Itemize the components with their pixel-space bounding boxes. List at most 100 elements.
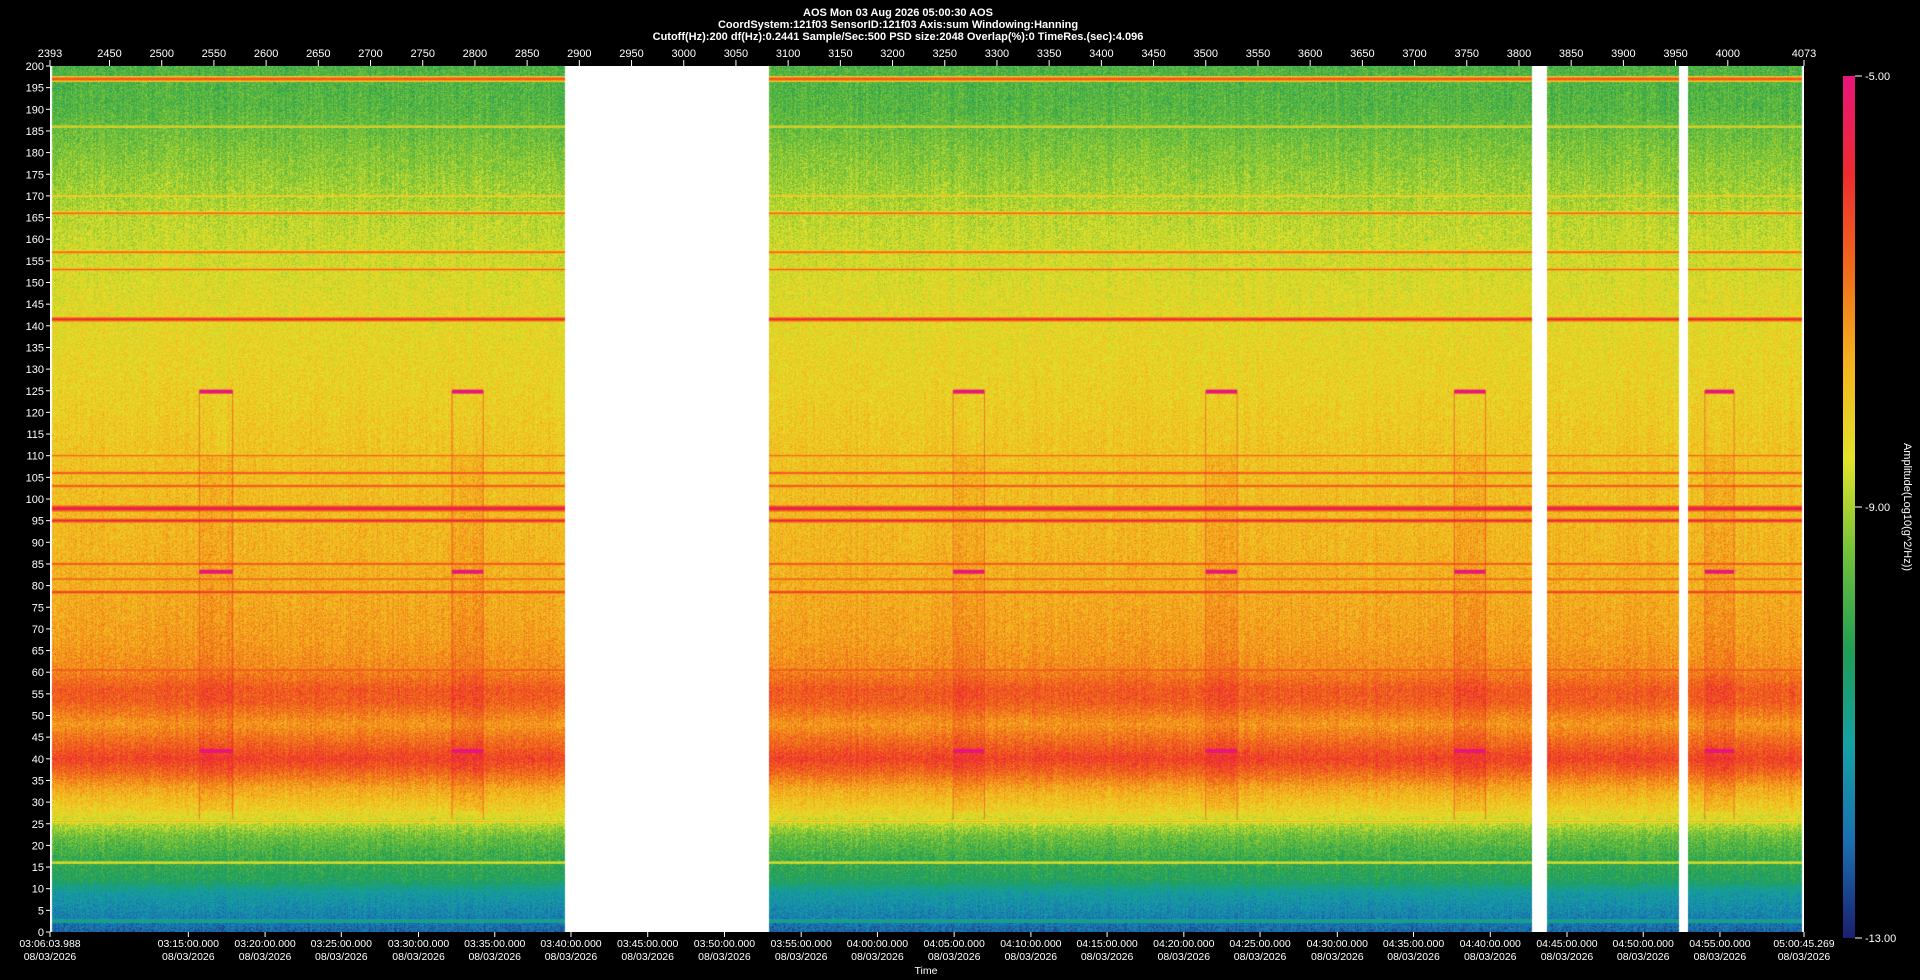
x-tick-date: 08/03/2026 — [621, 951, 674, 963]
top-tick-label: 3450 — [1141, 48, 1165, 60]
y-tick-label: 70 — [32, 624, 44, 636]
colorbar — [1843, 76, 1855, 938]
top-tick-label: 2900 — [567, 48, 591, 60]
x-tick-time: 04:05:00.000 — [923, 938, 984, 950]
y-tick-label: 175 — [26, 169, 44, 181]
y-tick-label: 115 — [26, 429, 44, 441]
y-tick-label: 15 — [32, 862, 44, 874]
x-axis-label: Time — [915, 965, 938, 977]
x-tick-date: 08/03/2026 — [162, 951, 215, 963]
top-tick-label: 4073 — [1792, 48, 1816, 60]
y-tick-label: 65 — [32, 646, 44, 658]
x-tick-time: 04:20:00.000 — [1153, 938, 1214, 950]
x-tick-date: 08/03/2026 — [1158, 951, 1211, 963]
top-tick-label: 4000 — [1716, 48, 1740, 60]
x-tick-time: 03:35:00.000 — [464, 938, 525, 950]
x-tick-date: 08/03/2026 — [775, 951, 828, 963]
colorbar-tick-label: -9.00 — [1865, 502, 1890, 514]
y-tick-label: 105 — [26, 472, 44, 484]
x-tick-date: 08/03/2026 — [1541, 951, 1594, 963]
x-tick-date: 08/03/2026 — [1617, 951, 1670, 963]
colorbar-label: Amplitude(Log10(g^2/Hz)) — [1901, 443, 1913, 571]
colorbar-tick-label: -13.00 — [1865, 933, 1896, 945]
x-tick-date: 08/03/2026 — [392, 951, 445, 963]
x-tick-time: 04:50:00.000 — [1613, 938, 1674, 950]
x-tick-time: 04:15:00.000 — [1076, 938, 1137, 950]
top-tick-label: 3800 — [1507, 48, 1531, 60]
y-tick-label: 160 — [26, 234, 44, 246]
y-tick-label: 30 — [32, 797, 44, 809]
x-tick-time: 03:15:00.000 — [158, 938, 219, 950]
top-tick-label: 3650 — [1350, 48, 1374, 60]
x-tick-time: 03:40:00.000 — [540, 938, 601, 950]
y-tick-label: 40 — [32, 754, 44, 766]
y-tick-label: 155 — [26, 256, 44, 268]
y-tick-label: 75 — [32, 602, 44, 614]
top-tick-label: 3350 — [1037, 48, 1061, 60]
x-tick-time: 03:06:03.988 — [19, 938, 80, 950]
plot-area — [50, 66, 1804, 932]
y-tick-label: 25 — [32, 819, 44, 831]
chart-subtitle-coords: CoordSystem:121f03 SensorID:121f03 Axis:… — [718, 19, 1078, 31]
top-tick-label: 3600 — [1298, 48, 1322, 60]
x-tick-time: 04:00:00.000 — [847, 938, 908, 950]
chart-subtitle-params: Cutoff(Hz):200 df(Hz):0.2441 Sample/Sec:… — [653, 31, 1144, 43]
x-tick-date: 08/03/2026 — [1464, 951, 1517, 963]
x-tick-date: 08/03/2026 — [1311, 951, 1364, 963]
y-tick-label: 200 — [26, 61, 44, 73]
top-tick-label: 3900 — [1611, 48, 1635, 60]
x-tick-date: 08/03/2026 — [851, 951, 904, 963]
y-tick-label: 125 — [26, 386, 44, 398]
top-tick-label: 2393 — [38, 48, 62, 60]
x-tick-time: 04:55:00.000 — [1689, 938, 1750, 950]
top-tick-label: 3700 — [1402, 48, 1426, 60]
top-tick-label: 2950 — [619, 48, 643, 60]
x-tick-time: 05:00:45.269 — [1773, 938, 1834, 950]
y-tick-label: 130 — [26, 364, 44, 376]
x-tick-date: 08/03/2026 — [24, 951, 77, 963]
x-tick-time: 04:40:00.000 — [1460, 938, 1521, 950]
x-tick-time: 03:20:00.000 — [234, 938, 295, 950]
y-tick-label: 35 — [32, 775, 44, 787]
y-tick-label: 140 — [26, 321, 44, 333]
y-tick-label: 195 — [26, 83, 44, 95]
y-tick-label: 100 — [26, 494, 44, 506]
chart-title: AOS Mon 03 Aug 2026 05:00:30 AOS — [803, 7, 993, 19]
x-tick-date: 08/03/2026 — [1694, 951, 1747, 963]
y-tick-label: 170 — [26, 191, 44, 203]
y-tick-label: 60 — [32, 667, 44, 679]
x-tick-time: 04:35:00.000 — [1383, 938, 1444, 950]
top-tick-label: 3400 — [1089, 48, 1113, 60]
x-tick-time: 03:45:00.000 — [617, 938, 678, 950]
top-tick-label: 3200 — [880, 48, 904, 60]
y-tick-label: 180 — [26, 148, 44, 160]
top-tick-label: 2700 — [358, 48, 382, 60]
x-tick-date: 08/03/2026 — [468, 951, 521, 963]
top-tick-label: 2850 — [515, 48, 539, 60]
top-tick-label: 3150 — [828, 48, 852, 60]
y-tick-label: 190 — [26, 104, 44, 116]
y-tick-label: 45 — [32, 732, 44, 744]
x-tick-time: 03:25:00.000 — [311, 938, 372, 950]
x-tick-date: 08/03/2026 — [1387, 951, 1440, 963]
top-tick-label: 2550 — [202, 48, 226, 60]
top-tick-label: 3750 — [1455, 48, 1479, 60]
y-tick-label: 135 — [26, 342, 44, 354]
x-tick-date: 08/03/2026 — [698, 951, 751, 963]
x-tick-date: 08/03/2026 — [239, 951, 292, 963]
top-tick-label: 3000 — [671, 48, 695, 60]
y-tick-label: 10 — [32, 884, 44, 896]
top-tick-label: 2500 — [149, 48, 173, 60]
y-tick-label: 185 — [26, 126, 44, 138]
top-tick-label: 3500 — [1194, 48, 1218, 60]
top-tick-label: 2800 — [463, 48, 487, 60]
x-tick-date: 08/03/2026 — [545, 951, 598, 963]
y-tick-label: 110 — [26, 451, 44, 463]
top-tick-label: 3850 — [1559, 48, 1583, 60]
colorbar-tick-label: -5.00 — [1865, 71, 1890, 83]
x-tick-date: 08/03/2026 — [1081, 951, 1134, 963]
y-tick-label: 5 — [38, 905, 44, 917]
y-tick-label: 90 — [32, 537, 44, 549]
y-tick-label: 95 — [32, 516, 44, 528]
x-tick-time: 03:50:00.000 — [694, 938, 755, 950]
